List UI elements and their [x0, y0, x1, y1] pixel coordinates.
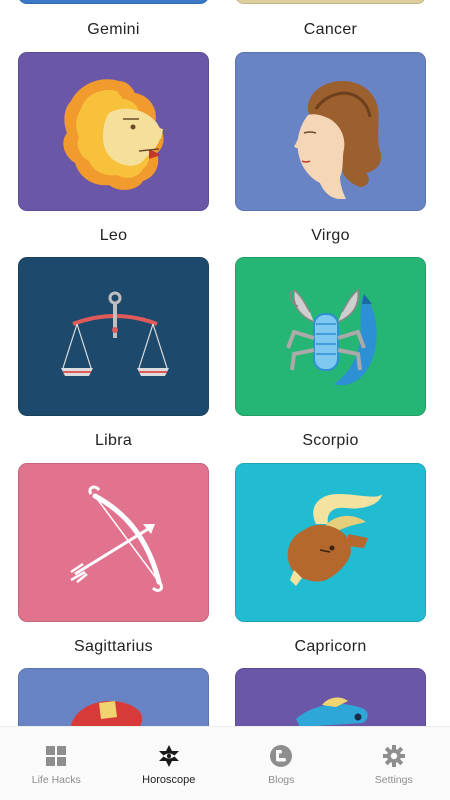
sign-label-cancer: Cancer: [303, 21, 358, 38]
card-libra[interactable]: [18, 257, 209, 416]
horoscope-star-icon: [158, 744, 179, 767]
nav-label-horoscope: Horoscope: [142, 773, 196, 786]
card-pisces[interactable]: [235, 668, 426, 726]
nav-item-blogs[interactable]: Blogs: [225, 727, 338, 800]
nav-item-horoscope[interactable]: Horoscope: [113, 727, 226, 800]
sign-label-virgo: Virgo: [311, 227, 350, 244]
scorpio-scorpion-icon: [286, 288, 377, 386]
card-cancer[interactable]: [235, 0, 426, 4]
bottom-nav: Life Hacks Horoscope Blogs Settings: [0, 726, 450, 800]
card-virgo[interactable]: [235, 52, 426, 211]
nav-label-settings: Settings: [374, 773, 413, 786]
sign-label-leo: Leo: [99, 227, 128, 244]
sagittarius-bow-icon: [70, 485, 163, 592]
sign-label-libra: Libra: [94, 432, 133, 449]
sign-label-scorpio: Scorpio: [302, 432, 359, 449]
card-sagittarius[interactable]: [18, 463, 209, 622]
nav-item-settings[interactable]: Settings: [338, 727, 450, 800]
capricorn-goat-icon: [287, 494, 382, 586]
virgo-woman-icon: [294, 81, 382, 199]
blogger-icon: [270, 744, 293, 767]
card-aquarius[interactable]: [18, 668, 209, 726]
nav-label-blogs: Blogs: [268, 773, 295, 786]
sign-label-sagittarius: Sagittarius: [74, 638, 153, 655]
leo-lion-icon: [63, 79, 164, 190]
nav-label-life-hacks: Life Hacks: [31, 773, 81, 786]
sign-label-capricorn: Capricorn: [294, 638, 367, 655]
zodiac-grid: Gemini Cancer Leo Virgo Libra Scorpio Sa…: [0, 0, 450, 726]
card-capricorn[interactable]: [235, 463, 426, 622]
sign-label-gemini: Gemini: [87, 21, 140, 38]
nav-item-life-hacks[interactable]: Life Hacks: [0, 727, 113, 800]
card-scorpio[interactable]: [235, 257, 426, 416]
aquarius-icon: [71, 701, 142, 726]
card-gemini[interactable]: [18, 0, 209, 4]
grid-icon: [46, 745, 67, 766]
gear-icon: [382, 744, 405, 767]
card-leo[interactable]: [18, 52, 209, 211]
pisces-fish-icon: [296, 697, 368, 726]
libra-scales-icon: [61, 291, 169, 376]
